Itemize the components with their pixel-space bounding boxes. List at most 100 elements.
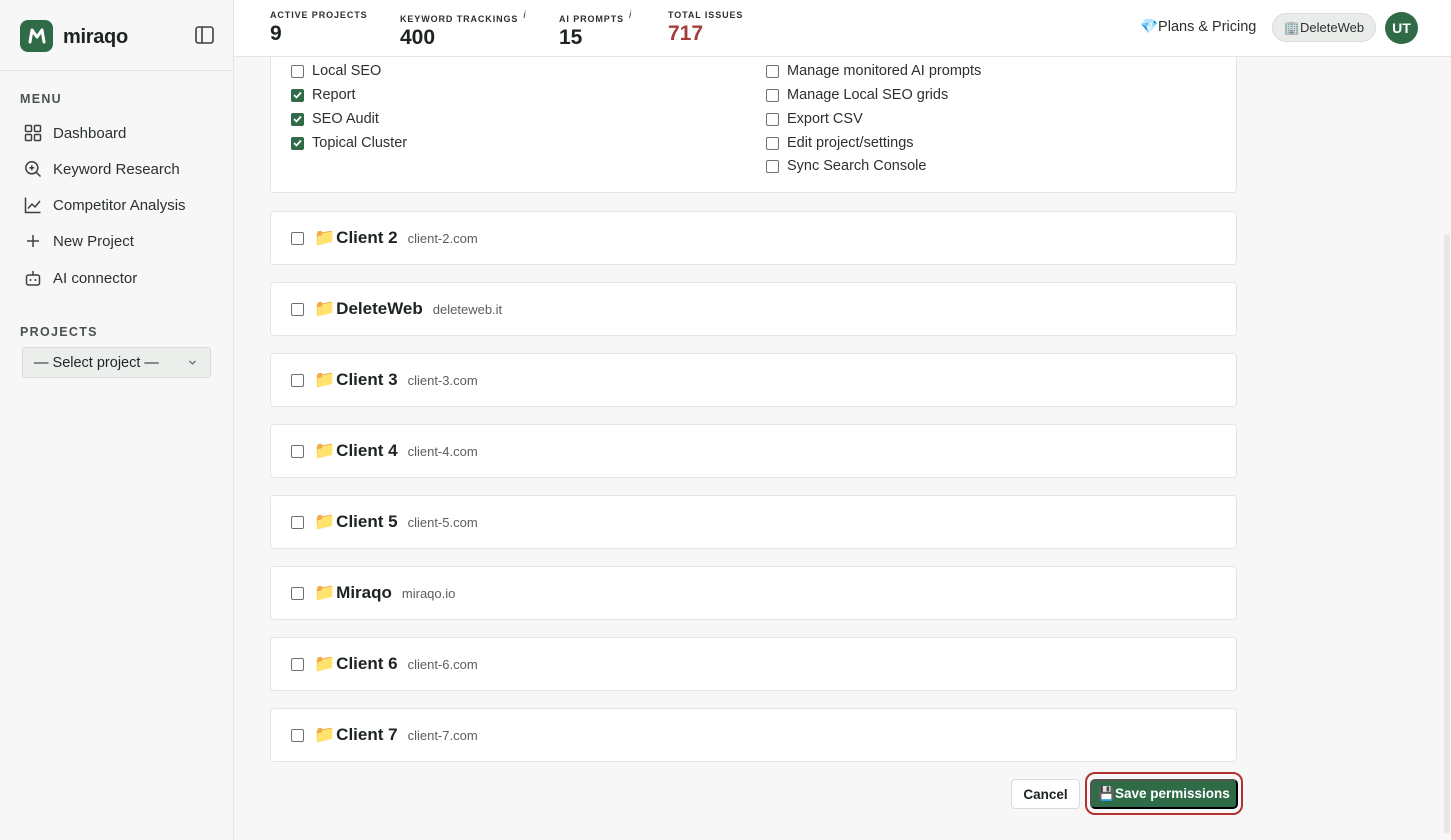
permission-local-seo[interactable]: Local SEO [291, 63, 381, 79]
project-checkbox[interactable] [291, 586, 304, 600]
current-project-pill[interactable]: 🏢DeleteWeb [1272, 13, 1376, 42]
project-domain: client-2.com [407, 230, 478, 246]
checkbox[interactable] [766, 88, 779, 102]
project-card[interactable]: 📁 Client 3 client-3.com [270, 353, 1237, 407]
sidebar-item-label: AI connector [53, 269, 138, 287]
stat-value: 400 [400, 26, 436, 49]
project-checkbox[interactable] [291, 231, 304, 245]
checkbox[interactable] [766, 159, 779, 173]
stat-label: AI PROMPTS i [559, 10, 633, 24]
cancel-button[interactable]: Cancel [1011, 779, 1080, 809]
project-card[interactable]: 📁 Client 5 client-5.com [270, 495, 1237, 549]
permission-label: Topical Cluster [312, 135, 408, 151]
info-icon[interactable]: i [629, 10, 632, 21]
permission-seo-audit[interactable]: SEO Audit [291, 111, 379, 127]
info-icon[interactable]: i [523, 10, 526, 21]
checkbox[interactable] [291, 64, 304, 78]
checkbox[interactable] [291, 112, 304, 126]
permission-label: Local SEO [312, 63, 382, 79]
project-domain: deleteweb.it [432, 301, 503, 317]
project-select[interactable]: — Select project — [22, 347, 211, 378]
permission-export-csv[interactable]: Export CSV [766, 111, 863, 127]
folder-icon: 📁 [314, 370, 336, 389]
sidebar-item-competitor-analysis[interactable]: Competitor Analysis [20, 189, 215, 221]
project-domain: client-3.com [407, 372, 478, 388]
stat-keyword-trackings: KEYWORD TRACKINGS i 400 [400, 10, 526, 50]
permission-label: Export CSV [787, 111, 863, 127]
project-domain: client-5.com [407, 514, 478, 530]
project-domain: client-4.com [407, 443, 478, 459]
permission-label: Sync Search Console [787, 158, 927, 174]
project-name: Client 2 [336, 228, 398, 247]
project-checkbox[interactable] [291, 657, 304, 671]
sidebar-item-label: Keyword Research [53, 160, 180, 178]
save-permissions-button[interactable]: 💾Save permissions [1090, 779, 1238, 809]
permission-sync-search-console[interactable]: Sync Search Console [766, 158, 926, 174]
project-card[interactable]: 📁 Client 7 client-7.com [270, 708, 1237, 762]
folder-icon: 📁 [314, 228, 336, 247]
permission-label: Edit project/settings [787, 135, 914, 151]
folder-icon: 📁 [314, 299, 336, 318]
stat-value: 9 [270, 22, 282, 45]
sidebar-item-dashboard[interactable]: Dashboard [20, 117, 215, 149]
project-checkbox[interactable] [291, 444, 304, 458]
checkbox[interactable] [291, 136, 304, 150]
sidebar-item-new-project[interactable]: New Project [20, 225, 215, 257]
robot-icon [25, 271, 41, 286]
stat-value: 15 [559, 26, 583, 49]
permission-label: Manage monitored AI prompts [787, 63, 982, 79]
project-checkbox[interactable] [291, 302, 304, 316]
project-name: Client 3 [336, 370, 398, 389]
sidebar-toggle-icon[interactable] [195, 26, 214, 44]
stat-label: KEYWORD TRACKINGS i [400, 10, 527, 24]
checkbox[interactable] [766, 112, 779, 126]
stat-label: ACTIVE PROJECTS [270, 10, 368, 20]
folder-icon: 📁 [314, 512, 336, 531]
permission-manage-ai-prompts[interactable]: Manage monitored AI prompts [766, 63, 981, 79]
project-card[interactable]: 📁 Client 2 client-2.com [270, 211, 1237, 265]
project-card[interactable]: 📁 DeleteWeb deleteweb.it [270, 282, 1237, 336]
project-checkbox[interactable] [291, 373, 304, 387]
sidebar-item-label: New Project [53, 232, 134, 250]
permission-edit-project-settings[interactable]: Edit project/settings [766, 135, 914, 151]
chevron-down-icon [189, 360, 196, 365]
folder-icon: 📁 [314, 583, 336, 602]
project-checkbox[interactable] [291, 515, 304, 529]
page-scrollbar[interactable] [1444, 234, 1450, 834]
avatar[interactable]: UT [1385, 12, 1418, 44]
project-select-value: — Select project — [34, 354, 159, 371]
project-checkbox[interactable] [291, 728, 304, 742]
project-name: Miraqo [336, 583, 392, 602]
top-bar: ACTIVE PROJECTS 9 KEYWORD TRACKINGS i 400… [234, 0, 1451, 57]
sidebar-item-ai-connector[interactable]: AI connector [20, 262, 215, 294]
app-logo-text[interactable]: miraqo [63, 26, 128, 49]
permission-manage-local-seo-grids[interactable]: Manage Local SEO grids [766, 87, 948, 103]
checkbox[interactable] [766, 64, 779, 78]
permission-topical-cluster[interactable]: Topical Cluster [291, 135, 407, 151]
project-name: DeleteWeb [336, 299, 423, 318]
checkbox[interactable] [766, 136, 779, 150]
project-name: Client 6 [336, 654, 398, 673]
permission-label: Report [312, 87, 356, 103]
menu-section-label: MENU [20, 92, 63, 106]
folder-icon: 📁 [314, 441, 336, 460]
sidebar-item-keyword-research[interactable]: Keyword Research [20, 153, 215, 185]
stat-label: TOTAL ISSUES [668, 10, 744, 20]
permission-report[interactable]: Report [291, 87, 356, 103]
sidebar-header: miraqo [0, 0, 233, 71]
stat-value: 717 [668, 22, 704, 45]
permissions-card: Local SEO Report SEO Audit Topical Clust… [270, 40, 1237, 193]
logo-mark-icon[interactable] [20, 20, 53, 52]
project-card[interactable]: 📁 Client 6 client-6.com [270, 637, 1237, 691]
project-name: Client 5 [336, 512, 398, 531]
folder-icon: 📁 [314, 654, 336, 673]
stat-active-projects: ACTIVE PROJECTS 9 [270, 10, 368, 46]
folder-icon: 📁 [314, 725, 336, 744]
plans-pricing-link[interactable]: 💎Plans & Pricing [1140, 18, 1256, 35]
project-card[interactable]: 📁 Client 4 client-4.com [270, 424, 1237, 478]
sidebar-item-label: Dashboard [53, 124, 127, 142]
project-card[interactable]: 📁 Miraqo miraqo.io [270, 566, 1237, 620]
checkbox[interactable] [291, 88, 304, 102]
grid-icon [24, 124, 42, 142]
project-name: Client 7 [336, 725, 398, 744]
